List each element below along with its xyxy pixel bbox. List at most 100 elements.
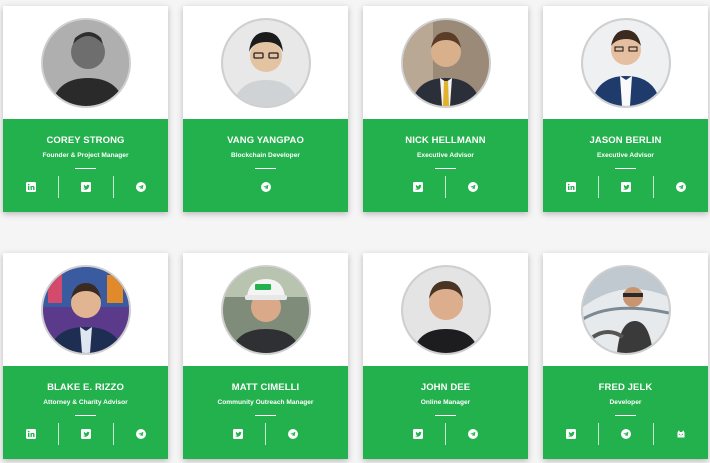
twitter-icon — [413, 182, 423, 192]
social-links — [3, 176, 168, 198]
divider — [435, 168, 456, 169]
linkedin-icon — [25, 182, 36, 192]
member-name: FRED JELK — [598, 382, 653, 393]
card-photo-area — [3, 6, 168, 119]
social-links — [543, 423, 708, 445]
telegram-icon — [468, 182, 478, 192]
member-role: Attorney & Charity Advisor — [43, 399, 128, 406]
twitter-link[interactable] — [597, 176, 653, 198]
twitter-icon — [413, 429, 423, 439]
social-links — [543, 176, 708, 198]
member-name: NICK HELLMANN — [405, 135, 486, 146]
divider — [615, 168, 636, 169]
divider — [255, 415, 276, 416]
linkedin-link[interactable] — [544, 176, 598, 198]
member-role: Online Manager — [420, 399, 471, 406]
team-card: BLAKE E. RIZZO Attorney & Charity Adviso… — [3, 253, 168, 459]
card-info: COREY STRONG Founder & Project Manager — [3, 119, 168, 212]
twitter-link[interactable] — [391, 423, 445, 445]
member-name: VANG YANGPAO — [227, 135, 304, 146]
linkedin-icon — [565, 182, 576, 192]
team-card: NICK HELLMANN Executive Advisor — [363, 6, 528, 212]
card-photo-area — [543, 6, 708, 119]
telegram-link[interactable] — [112, 423, 168, 445]
card-info: VANG YANGPAO Blockchain Developer — [183, 119, 348, 212]
team-card: JOHN DEE Online Manager — [363, 253, 528, 459]
telegram-icon — [620, 429, 631, 439]
twitter-link[interactable] — [57, 423, 113, 445]
github-icon — [677, 430, 684, 438]
twitter-link[interactable] — [211, 423, 265, 445]
linkedin-link[interactable] — [4, 176, 58, 198]
divider — [255, 168, 276, 169]
member-role: Executive Advisor — [417, 152, 474, 159]
telegram-icon — [675, 182, 686, 192]
twitter-icon — [565, 429, 576, 439]
card-info: MATT CIMELLI Community Outreach Manager — [183, 366, 348, 459]
card-photo-area — [183, 253, 348, 366]
avatar — [401, 18, 491, 108]
avatar — [401, 265, 491, 355]
telegram-icon — [260, 182, 271, 192]
telegram-link[interactable] — [265, 423, 320, 445]
github-link[interactable] — [652, 423, 708, 445]
avatar — [41, 18, 131, 108]
telegram-link[interactable] — [445, 423, 500, 445]
twitter-link[interactable] — [57, 176, 113, 198]
member-role: Developer — [609, 399, 642, 406]
avatar — [221, 265, 311, 355]
team-card: VANG YANGPAO Blockchain Developer — [183, 6, 348, 212]
member-role: Founder & Project Manager — [42, 152, 129, 159]
telegram-icon — [468, 429, 478, 439]
divider — [75, 168, 96, 169]
team-card: FRED JELK Developer — [543, 253, 708, 459]
twitter-icon — [80, 429, 91, 439]
member-name: JOHN DEE — [420, 382, 471, 393]
member-role: Community Outreach Manager — [217, 399, 314, 406]
card-info: BLAKE E. RIZZO Attorney & Charity Adviso… — [3, 366, 168, 459]
twitter-icon — [80, 182, 91, 192]
avatar — [41, 265, 131, 355]
divider — [615, 415, 636, 416]
telegram-icon — [135, 182, 146, 192]
member-role: Executive Advisor — [597, 152, 654, 159]
telegram-link[interactable] — [445, 176, 500, 198]
card-info: JASON BERLIN Executive Advisor — [543, 119, 708, 212]
team-card: MATT CIMELLI Community Outreach Manager — [183, 253, 348, 459]
avatar — [581, 18, 671, 108]
card-photo-area — [183, 6, 348, 119]
twitter-icon — [620, 182, 631, 192]
telegram-link[interactable] — [597, 423, 653, 445]
card-photo-area — [363, 6, 528, 119]
card-photo-area — [3, 253, 168, 366]
divider — [75, 415, 96, 416]
telegram-icon — [135, 429, 146, 439]
team-card: JASON BERLIN Executive Advisor — [543, 6, 708, 212]
social-links — [363, 423, 528, 445]
team-card: COREY STRONG Founder & Project Manager — [3, 6, 168, 212]
telegram-icon — [288, 429, 298, 439]
card-info: JOHN DEE Online Manager — [363, 366, 528, 459]
member-name: COREY STRONG — [46, 135, 125, 146]
member-role: Blockchain Developer — [231, 152, 300, 159]
social-links — [183, 176, 348, 198]
avatar — [221, 18, 311, 108]
member-name: BLAKE E. RIZZO — [47, 382, 124, 393]
linkedin-link[interactable] — [4, 423, 58, 445]
member-name: JASON BERLIN — [589, 135, 662, 146]
card-info: FRED JELK Developer — [543, 366, 708, 459]
social-links — [363, 176, 528, 198]
twitter-link[interactable] — [391, 176, 445, 198]
telegram-link[interactable] — [652, 176, 708, 198]
telegram-link[interactable] — [239, 176, 293, 198]
card-info: NICK HELLMANN Executive Advisor — [363, 119, 528, 212]
social-links — [183, 423, 348, 445]
card-photo-area — [543, 253, 708, 366]
linkedin-icon — [25, 429, 36, 439]
twitter-link[interactable] — [544, 423, 598, 445]
telegram-link[interactable] — [112, 176, 168, 198]
divider — [435, 415, 456, 416]
card-photo-area — [363, 253, 528, 366]
twitter-icon — [233, 429, 243, 439]
avatar — [581, 265, 671, 355]
